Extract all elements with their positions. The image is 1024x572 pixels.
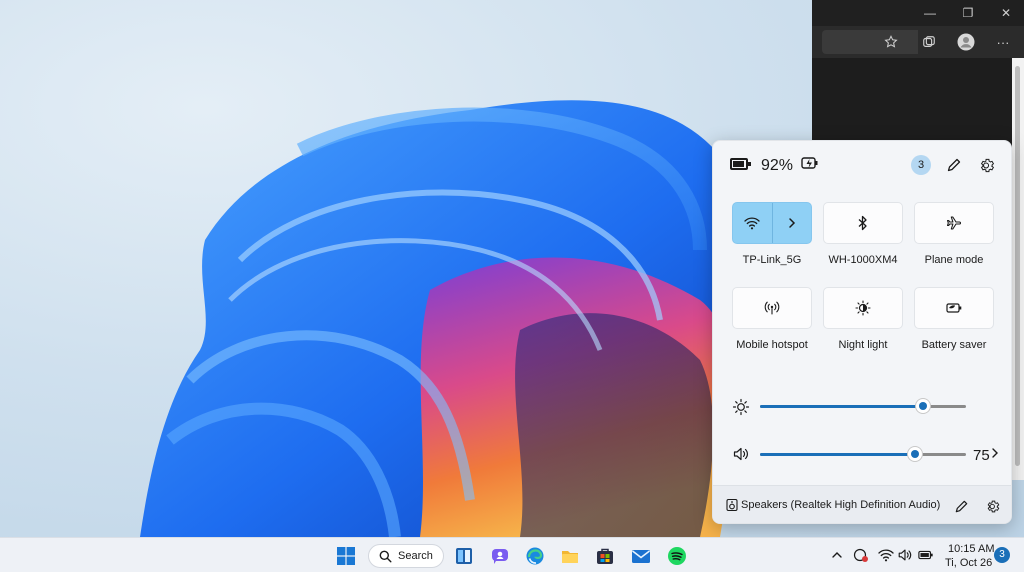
spotify-icon[interactable]	[664, 543, 690, 569]
plane-mode-tile[interactable]	[914, 202, 994, 244]
sound-output-expand-button[interactable]	[991, 446, 999, 462]
hotspot-icon	[764, 301, 780, 315]
quick-settings-header: 92% 3	[713, 141, 1011, 191]
charging-icon	[801, 155, 819, 173]
show-hidden-icons-button[interactable]	[829, 547, 845, 563]
favorites-star-icon[interactable]	[880, 31, 902, 53]
plane-mode-tile-label: Plane mode	[924, 254, 984, 266]
volume-fill	[760, 453, 915, 456]
speaker-volume-icon	[732, 445, 750, 463]
battery-icon	[730, 158, 751, 170]
restore-button[interactable]: ❐	[958, 4, 978, 22]
battery-saver-icon	[946, 303, 962, 313]
widgets-icon[interactable]	[451, 543, 477, 569]
output-device-label[interactable]: Speakers (Realtek High Definition Audio)	[741, 499, 940, 511]
notification-count-badge[interactable]: 3	[911, 155, 931, 175]
brightness-slider[interactable]	[760, 396, 966, 416]
tray-volume-icon[interactable]	[897, 547, 913, 563]
speaker-device-icon	[725, 498, 739, 512]
chat-icon[interactable]	[487, 543, 513, 569]
volume-slider[interactable]	[760, 444, 966, 464]
meet-now-icon[interactable]	[853, 547, 869, 563]
profile-avatar-icon[interactable]	[955, 31, 977, 53]
taskbar: Search 10:15 AM Ti, Oct 26 3	[0, 537, 1024, 572]
chevron-up-icon	[832, 552, 842, 558]
start-icon[interactable]	[333, 543, 359, 569]
wifi-tile-label: TP-Link_5G	[742, 254, 802, 266]
battery-saver-tile-label: Battery saver	[921, 339, 987, 351]
edit-pencil-icon[interactable]	[943, 154, 965, 176]
bluetooth-tile[interactable]	[823, 202, 903, 244]
chevron-right-icon	[992, 448, 998, 458]
volume-thumb[interactable]	[908, 447, 922, 461]
clock-date[interactable]: Ti, Oct 26	[945, 557, 992, 569]
tray-wifi-icon[interactable]	[878, 547, 894, 563]
wifi-expand-button[interactable]	[771, 203, 812, 243]
taskbar-search-box[interactable]: Search	[368, 544, 444, 568]
edge-icon[interactable]	[522, 543, 548, 569]
night-light-tile-label: Night light	[838, 339, 888, 351]
search-label: Search	[398, 550, 433, 562]
quick-settings-footer: Speakers (Realtek High Definition Audio)	[713, 485, 1011, 523]
airplane-icon	[946, 216, 962, 230]
minimize-button[interactable]: —	[920, 4, 940, 22]
file-explorer-icon[interactable]	[557, 543, 583, 569]
wifi-icon	[744, 217, 760, 230]
wifi-tile[interactable]	[732, 202, 812, 244]
footer-settings-gear-icon[interactable]	[982, 495, 1004, 517]
close-button[interactable]: ✕	[996, 4, 1016, 22]
address-bar[interactable]	[822, 30, 918, 54]
edit-footer-pencil-icon[interactable]	[950, 495, 972, 517]
chevron-right-icon	[789, 218, 795, 228]
battery-percent: 92%	[761, 157, 794, 174]
tray-battery-icon[interactable]	[918, 547, 934, 563]
bluetooth-tile-label: WH-1000XM4	[828, 254, 898, 266]
brightness-fill	[760, 405, 923, 408]
browser-toolbar: ···	[812, 26, 1024, 58]
browser-titlebar: — ❐ ✕	[812, 0, 1024, 26]
search-icon	[379, 550, 392, 563]
settings-gear-icon[interactable]	[976, 154, 998, 176]
more-icon[interactable]: ···	[992, 31, 1014, 53]
wifi-toggle[interactable]	[733, 203, 772, 243]
night-light-icon	[855, 300, 871, 316]
mail-icon[interactable]	[628, 543, 654, 569]
brightness-thumb[interactable]	[916, 399, 930, 413]
volume-value: 75	[973, 447, 990, 464]
night-light-tile[interactable]	[823, 287, 903, 329]
mobile-hotspot-tile[interactable]	[732, 287, 812, 329]
battery-saver-tile[interactable]	[914, 287, 994, 329]
collections-icon[interactable]	[918, 31, 940, 53]
mobile-hotspot-tile-label: Mobile hotspot	[736, 339, 808, 351]
store-icon[interactable]	[592, 543, 618, 569]
clock-time[interactable]: 10:15 AM	[948, 543, 994, 555]
scrollbar-thumb[interactable]	[1015, 66, 1020, 466]
quick-settings-panel: 92% 3 TP-Link_5G WH-1000XM4 Plane mode M…	[712, 140, 1012, 524]
bluetooth-icon	[858, 215, 867, 231]
browser-scrollbar[interactable]	[1012, 58, 1024, 480]
notification-center-badge[interactable]: 3	[994, 547, 1010, 563]
brightness-icon	[732, 398, 750, 416]
